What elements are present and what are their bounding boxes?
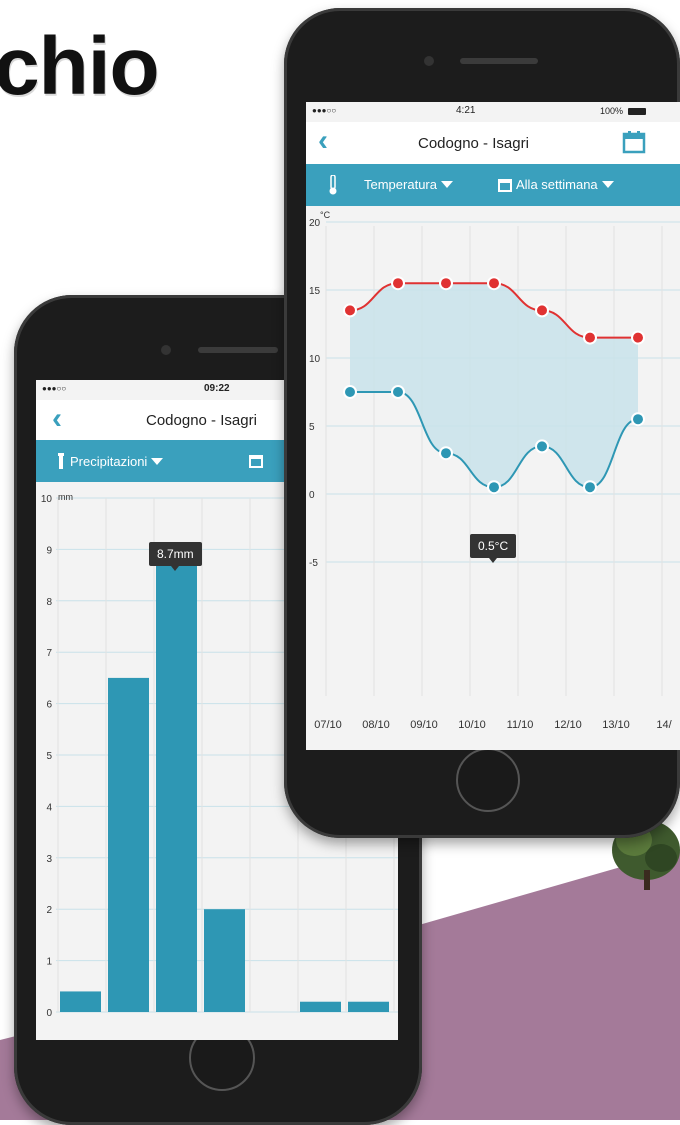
speaker-grille xyxy=(198,347,278,353)
y-tick-label: 2 xyxy=(46,905,52,916)
bar xyxy=(60,991,101,1012)
temperature-range-band xyxy=(350,283,638,488)
y-tick-label: 9 xyxy=(46,545,52,556)
signal-indicator: ●●●○○ xyxy=(312,106,337,115)
front-camera xyxy=(424,56,434,66)
x-tick-label: 13/10 xyxy=(602,719,630,731)
parameter-label: Temperatura xyxy=(364,177,437,192)
page-title: Codogno - Isagri xyxy=(418,135,529,152)
max-temperature-point xyxy=(583,330,597,345)
raingauge-icon xyxy=(58,453,64,469)
status-bar: ●●●○○ 4:21 100% xyxy=(306,102,680,122)
temperature-chart: 2520151050-5°C07/1008/1009/1010/1011/101… xyxy=(309,210,680,731)
min-temperature-point xyxy=(343,385,357,399)
x-tick-label: 07/10 xyxy=(314,719,342,731)
calendar-icon[interactable] xyxy=(249,454,263,468)
max-temperature-point xyxy=(631,330,645,345)
y-tick-label: 8 xyxy=(46,597,52,608)
y-tick-label: 1 xyxy=(46,957,52,968)
y-tick-label: 4 xyxy=(46,802,52,813)
parameter-dropdown[interactable]: Precipitazioni xyxy=(56,453,164,469)
max-temperature-point xyxy=(391,276,405,291)
parameter-dropdown[interactable]: Temperatura xyxy=(364,177,453,192)
bar xyxy=(300,1001,341,1012)
y-tick-label: 0 xyxy=(309,490,315,501)
min-temperature-point xyxy=(583,480,597,495)
page-title: Codogno - Isagri xyxy=(146,412,257,429)
front-camera xyxy=(161,345,171,355)
chevron-left-icon[interactable]: ‹ xyxy=(52,402,62,436)
bar xyxy=(348,1001,389,1012)
back-screen: ●●●○○ 4:21 100% ‹ Codogno - Isagri Tempe… xyxy=(306,102,680,750)
x-tick-label: 12/10 xyxy=(554,719,582,731)
toolbar: Temperatura Alla settimana xyxy=(306,164,680,206)
max-temperature-point xyxy=(343,303,357,318)
y-tick-label: 10 xyxy=(309,354,321,365)
x-tick-label: 14/ xyxy=(656,719,672,731)
speaker-grille xyxy=(460,58,538,64)
y-tick-label: 10 xyxy=(41,494,53,505)
min-temperature-point xyxy=(535,439,549,454)
clock: 4:21 xyxy=(456,105,476,116)
x-tick-label: 09/10 xyxy=(410,719,438,731)
min-temperature-point xyxy=(391,385,405,399)
battery-level: 100% xyxy=(600,106,624,116)
min-temperature-point xyxy=(487,480,501,495)
signal-indicator: ●●●○○ xyxy=(42,384,67,393)
chevron-down-icon xyxy=(440,181,453,188)
back-phone: ●●●○○ 4:21 100% ‹ Codogno - Isagri Tempe… xyxy=(284,8,680,838)
y-tick-label: 6 xyxy=(46,700,52,711)
period-dropdown[interactable]: Alla settimana xyxy=(498,177,614,192)
y-tick-label: 7 xyxy=(46,648,52,659)
parameter-label: Precipitazioni xyxy=(70,453,148,469)
bar xyxy=(156,564,197,1012)
y-tick-label: 0 xyxy=(46,1008,52,1019)
x-tick-label: 10/10 xyxy=(458,719,486,731)
x-tick-label: 11/10 xyxy=(507,719,534,731)
y-tick-label: 3 xyxy=(46,854,52,865)
min-temperature-point xyxy=(631,412,645,427)
home-button[interactable] xyxy=(456,748,520,812)
chevron-down-icon xyxy=(601,181,614,188)
clock: 09:22 xyxy=(204,383,230,394)
calendar-icon xyxy=(498,178,512,192)
y-tick-label: 5 xyxy=(46,751,52,762)
y-tick-label: -5 xyxy=(309,558,318,569)
calendar-icon[interactable] xyxy=(622,130,646,154)
max-temperature-point xyxy=(535,303,549,318)
chevron-down-icon xyxy=(151,457,164,465)
bar xyxy=(204,909,245,1012)
y-axis-unit: °C xyxy=(320,210,331,220)
value-tooltip: 8.7mm xyxy=(149,542,202,571)
thermometer-icon xyxy=(329,175,337,195)
y-tick-label: 5 xyxy=(309,422,315,433)
value-tooltip: 0.5°C xyxy=(470,534,517,563)
min-temperature-point xyxy=(439,446,453,461)
y-tick-label: 15 xyxy=(309,286,321,297)
chevron-left-icon[interactable]: ‹ xyxy=(318,124,328,158)
battery-icon xyxy=(628,108,646,115)
y-tick-label: 20 xyxy=(309,218,321,229)
nav-bar: ‹ Codogno - Isagri xyxy=(306,122,680,165)
max-temperature-point xyxy=(487,276,501,291)
period-label: Alla settimana xyxy=(516,177,598,192)
bar xyxy=(108,677,149,1012)
x-tick-label: 08/10 xyxy=(362,719,390,731)
max-temperature-point xyxy=(439,276,453,291)
y-axis-unit: mm xyxy=(58,492,73,502)
